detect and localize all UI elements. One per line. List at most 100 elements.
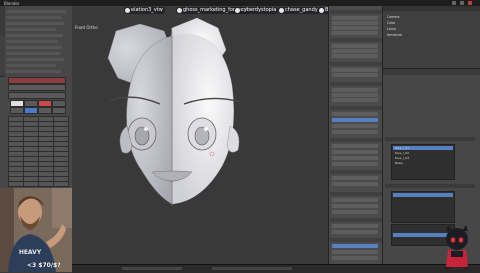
- properties-tabs[interactable]: [383, 69, 480, 75]
- property-field[interactable]: [332, 118, 378, 122]
- outliner-item[interactable]: Camera: [387, 15, 400, 19]
- shelf-action-button[interactable]: [8, 84, 66, 91]
- webcam-image: HEAVY: [0, 188, 72, 272]
- close-icon[interactable]: [468, 0, 472, 5]
- outliner-item[interactable]: Lamp: [387, 27, 396, 31]
- panel-header[interactable]: [330, 62, 382, 66]
- property-field[interactable]: [332, 49, 378, 53]
- donation-goal-text: <3 $70/$?: [27, 262, 61, 269]
- overlay-user-label: elation3_vtw: [131, 7, 163, 13]
- shapekey-item[interactable]: face_l_01: [393, 146, 453, 150]
- shelf-row[interactable]: [6, 52, 60, 55]
- brush-cell[interactable]: [23, 181, 39, 187]
- tool-shelf-tabs-2[interactable]: [0, 36, 5, 77]
- shapekey-item[interactable]: face_l_02: [393, 151, 453, 155]
- user-icon: [177, 8, 182, 13]
- vertex-group-item[interactable]: [393, 193, 453, 197]
- brush-swatch[interactable]: [24, 107, 38, 114]
- property-field[interactable]: [332, 54, 378, 58]
- shelf-action-button[interactable]: [8, 77, 66, 84]
- outliner-item[interactable]: Armature: [387, 33, 402, 37]
- panel-header[interactable]: [330, 170, 382, 174]
- property-field[interactable]: [332, 21, 378, 25]
- panel-header[interactable]: [385, 184, 475, 188]
- panel-header[interactable]: [385, 137, 475, 141]
- property-field[interactable]: [332, 112, 378, 116]
- brush-swatch[interactable]: [52, 107, 66, 114]
- viewport-canvas: [107, 17, 241, 206]
- maximize-icon[interactable]: [460, 0, 464, 5]
- property-field[interactable]: [332, 73, 378, 77]
- panel-header[interactable]: [330, 192, 382, 196]
- vtuber-avatar: [440, 225, 474, 269]
- brush-cell[interactable]: [38, 181, 54, 187]
- viewport-mode-label: Front Ortho: [75, 25, 98, 30]
- property-field[interactable]: [332, 198, 378, 202]
- shelf-row[interactable]: [6, 70, 61, 73]
- shelf-row[interactable]: [6, 40, 58, 43]
- vertex-group-list: [391, 191, 455, 223]
- user-icon: [319, 8, 324, 13]
- brush-cell[interactable]: [53, 181, 69, 187]
- timeline-controls[interactable]: [122, 267, 182, 270]
- property-field[interactable]: [332, 244, 378, 248]
- property-field[interactable]: [332, 156, 378, 160]
- shelf-row[interactable]: [6, 46, 62, 49]
- timeline-controls[interactable]: [212, 267, 292, 270]
- property-field[interactable]: [332, 250, 378, 254]
- svg-text:HEAVY: HEAVY: [19, 249, 42, 256]
- property-field[interactable]: [332, 68, 378, 72]
- brush-swatch[interactable]: [24, 100, 38, 107]
- panel-header[interactable]: [330, 138, 382, 142]
- property-field[interactable]: [332, 44, 378, 48]
- panel-header[interactable]: [330, 82, 382, 86]
- panel-header[interactable]: [330, 38, 382, 42]
- property-field[interactable]: [332, 150, 378, 154]
- property-field[interactable]: [332, 176, 378, 180]
- property-field[interactable]: [332, 88, 378, 92]
- brush-swatch[interactable]: [38, 107, 52, 114]
- property-field[interactable]: [332, 230, 378, 234]
- property-field[interactable]: [332, 93, 378, 97]
- shelf-row[interactable]: [6, 58, 64, 61]
- shelf-row[interactable]: [6, 28, 56, 31]
- property-field[interactable]: [332, 144, 378, 148]
- panel-header[interactable]: [330, 218, 382, 222]
- tool-shelf-tabs[interactable]: [0, 6, 5, 37]
- panel-header[interactable]: [330, 106, 382, 110]
- shelf-row[interactable]: [6, 64, 56, 67]
- property-field[interactable]: [332, 98, 378, 102]
- brush-swatch[interactable]: [38, 100, 52, 107]
- webcam-feed: HEAVY: [0, 188, 72, 272]
- brush-swatch[interactable]: [10, 107, 24, 114]
- shapekey-item[interactable]: Basis: [393, 161, 453, 165]
- property-field[interactable]: [332, 124, 378, 128]
- property-field[interactable]: [332, 162, 378, 166]
- overlay-user-tag: cyberdystopia: [234, 7, 279, 14]
- minimize-icon[interactable]: [452, 0, 456, 5]
- property-field[interactable]: [332, 31, 378, 35]
- property-field[interactable]: [332, 16, 378, 20]
- overlay-user-tag: elation3_vtw: [124, 7, 165, 14]
- panel-header[interactable]: [330, 10, 382, 14]
- shelf-row[interactable]: [6, 34, 63, 37]
- property-field[interactable]: [332, 26, 378, 30]
- shapekey-item[interactable]: face_l_03: [393, 156, 453, 160]
- shelf-action-button[interactable]: [8, 92, 66, 99]
- brush-swatch[interactable]: [10, 100, 24, 107]
- shelf-row[interactable]: [6, 16, 61, 19]
- property-field[interactable]: [332, 256, 378, 260]
- outliner-item[interactable]: Cube: [387, 21, 395, 25]
- property-field[interactable]: [332, 182, 378, 186]
- property-field[interactable]: [332, 210, 378, 214]
- shelf-row[interactable]: [6, 10, 66, 13]
- property-field[interactable]: [332, 204, 378, 208]
- panel-header[interactable]: [330, 238, 382, 242]
- brush-swatch[interactable]: [52, 100, 66, 107]
- property-field[interactable]: [332, 224, 378, 228]
- property-field[interactable]: [332, 130, 378, 134]
- shelf-row[interactable]: [6, 22, 64, 25]
- brush-cell[interactable]: [8, 181, 24, 187]
- overlay-user-label: cyberdystopia: [241, 7, 277, 13]
- 3d-viewport[interactable]: Front Ortho: [72, 6, 328, 264]
